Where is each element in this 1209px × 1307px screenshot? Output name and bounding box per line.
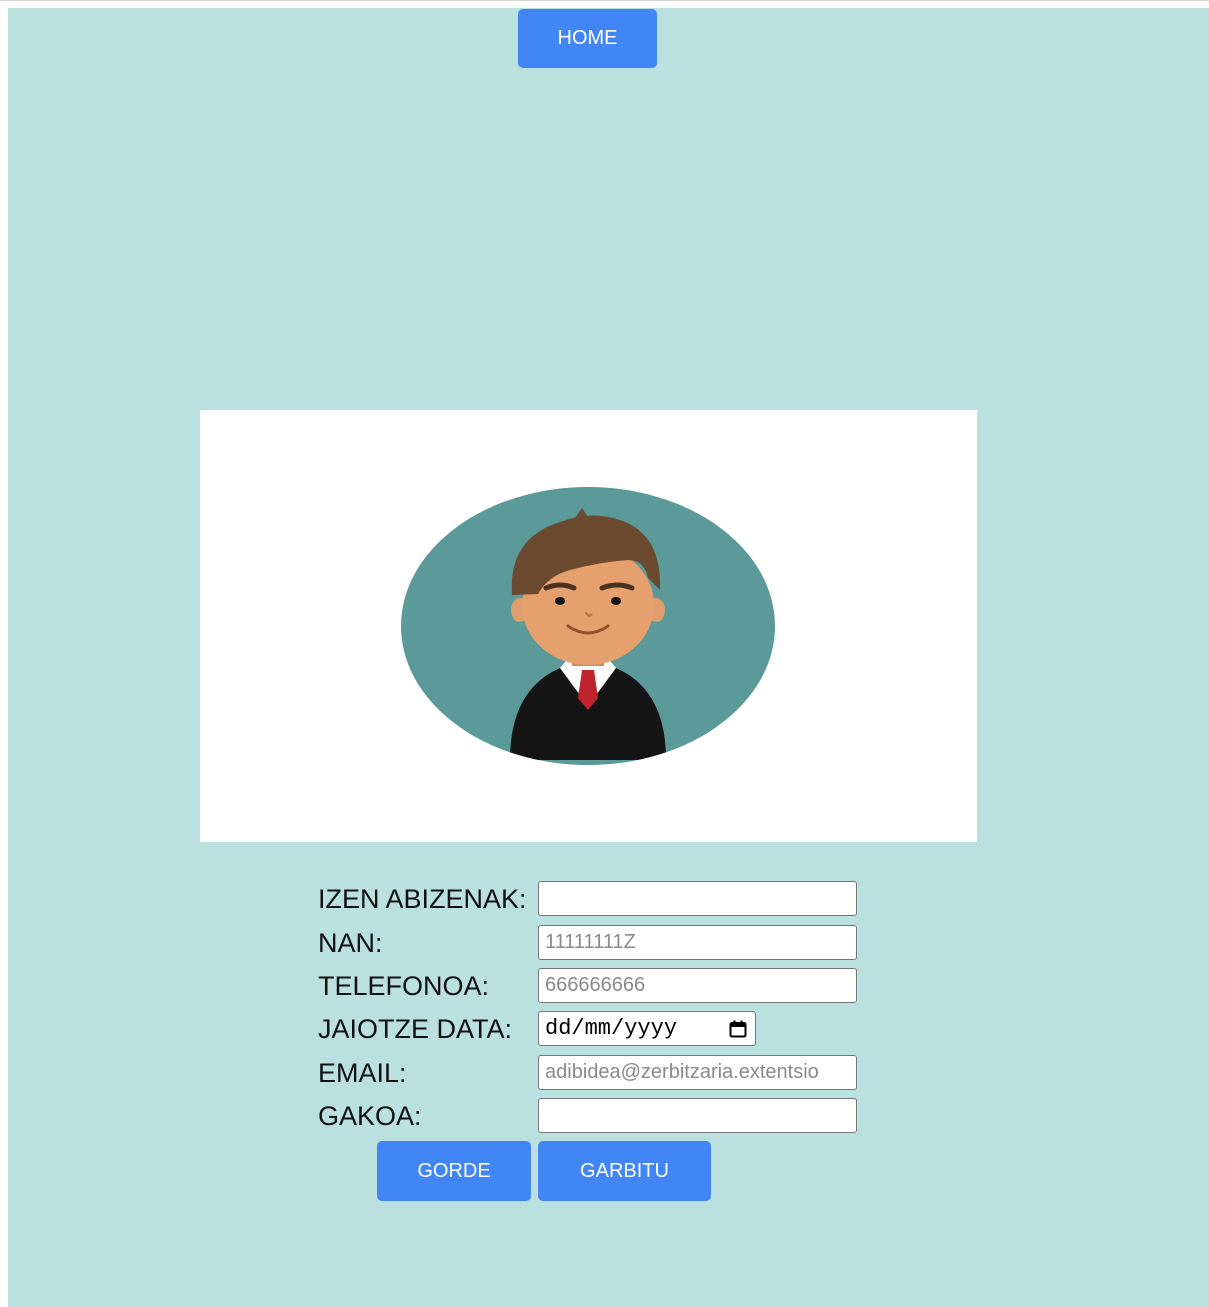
form-row-nan: NAN: [318, 925, 878, 961]
phone-label: TELEFONOA: [318, 971, 490, 1001]
full-name-label: IZEN ABIZENAK: [318, 884, 527, 914]
email-label: EMAIL: [318, 1058, 407, 1088]
browser-top-border [0, 0, 1209, 8]
form-row-password: GAKOA: [318, 1098, 878, 1134]
password-input[interactable] [538, 1098, 857, 1133]
nan-label: NAN: [318, 928, 383, 958]
page-body: HOME IZEN ABIZENAK: NAN: 11111111Z TELEF… [8, 8, 1209, 1307]
form-row-full-name: IZEN ABIZENAK: [318, 881, 878, 917]
email-input[interactable] [538, 1055, 857, 1090]
birthdate-input[interactable]: dd/mm/yyyy [538, 1011, 756, 1046]
form-row-email: EMAIL: [318, 1055, 878, 1091]
birthdate-value: dd/mm/yyyy [545, 1016, 678, 1041]
avatar-card [200, 410, 977, 842]
clear-button[interactable]: GARBITU [538, 1141, 711, 1201]
save-button[interactable]: GORDE [377, 1141, 531, 1201]
nan-input[interactable] [538, 925, 857, 960]
birthdate-label: JAIOTZE DATA: [318, 1014, 513, 1044]
form-row-phone: TELEFONOA: [318, 968, 878, 1004]
home-button[interactable]: HOME [518, 9, 657, 68]
form-row-birthdate: JAIOTZE DATA: dd/mm/yyyy [318, 1011, 878, 1047]
phone-input[interactable] [538, 968, 857, 1003]
password-label: GAKOA: [318, 1101, 422, 1131]
calendar-icon[interactable] [729, 1020, 747, 1038]
full-name-input[interactable] [538, 881, 857, 916]
avatar-icon [401, 487, 775, 765]
